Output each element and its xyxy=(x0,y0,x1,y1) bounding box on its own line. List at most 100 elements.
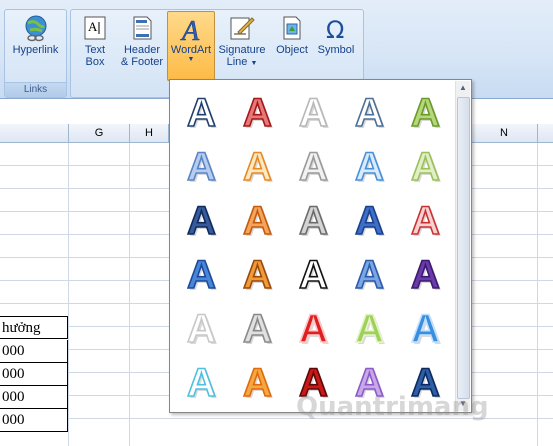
table-cell[interactable]: 000 xyxy=(0,363,68,386)
wordart-label: WordArt xyxy=(170,44,212,56)
column-header-f[interactable] xyxy=(0,124,69,143)
wordart-letter: A xyxy=(299,253,328,296)
signature-line-button[interactable]: Signature Line ▼ xyxy=(215,12,269,78)
wordart-letter: A xyxy=(187,361,216,404)
wordart-letter: A xyxy=(355,91,384,134)
wordart-style-blue-3d[interactable]: AA xyxy=(176,248,226,296)
wordart-style-orange-3d[interactable]: AA xyxy=(232,248,282,296)
wordart-letter: A xyxy=(243,253,272,296)
chevron-down-icon: ▼ xyxy=(187,56,195,63)
wordart-letter: A xyxy=(355,307,384,350)
header-footer-button[interactable]: Header & Footer xyxy=(117,12,167,78)
wordart-letter: A xyxy=(355,253,384,296)
omega-icon: Ω xyxy=(326,16,344,42)
wordart-letter: A xyxy=(355,145,384,188)
wordart-style-aqua-outline[interactable]: AA xyxy=(176,356,226,404)
wordart-letter: A xyxy=(187,91,216,134)
wordart-style-green-glow[interactable]: AA xyxy=(344,302,394,350)
wordart-style-gray-metal[interactable]: AA xyxy=(232,302,282,350)
object-label: Object xyxy=(276,44,308,56)
wordart-icon: A xyxy=(180,16,201,42)
globe-chain-icon xyxy=(25,15,46,42)
wordart-style-orange-bevel[interactable]: AA xyxy=(232,194,282,242)
wordart-gallery: AAAAAAAAAAAAAAAAAAAAAAAAAAAAAAAAAAAAAAAA… xyxy=(169,79,472,413)
signature-line-label-2-text: Line xyxy=(226,56,248,68)
wordart-letter: A xyxy=(355,199,384,242)
wordart-letter: A xyxy=(187,307,216,350)
svg-text:A: A xyxy=(180,16,200,42)
header-footer-label-1: Header xyxy=(123,44,161,56)
wordart-letter: A xyxy=(243,361,272,404)
links-group-label: Links xyxy=(5,82,66,97)
wordart-style-orange-outline[interactable]: AA xyxy=(232,140,282,188)
hyperlink-button[interactable]: Hyperlink xyxy=(7,12,64,78)
wordart-letter: A xyxy=(187,253,216,296)
wordart-letter: A xyxy=(411,307,440,350)
wordart-letter: A xyxy=(187,145,216,188)
svg-text:Ω: Ω xyxy=(326,16,344,42)
wordart-style-blue-shadow[interactable]: AA xyxy=(344,248,394,296)
column-header-n[interactable]: N xyxy=(471,124,538,143)
text-box-label-2: Box xyxy=(85,56,105,68)
hyperlink-label: Hyperlink xyxy=(12,44,59,56)
svg-text:A: A xyxy=(88,19,98,34)
wordart-letter: A xyxy=(299,91,328,134)
wordart-style-sky-outline[interactable]: AA xyxy=(344,140,394,188)
wordart-style-light-green[interactable]: AA xyxy=(400,140,450,188)
wordart-style-silver-bevel[interactable]: AA xyxy=(288,194,338,242)
wordart-letter: A xyxy=(243,307,272,350)
wordart-style-purple-perspective[interactable]: AA xyxy=(400,248,450,296)
wordart-style-red-glow[interactable]: AA xyxy=(288,302,338,350)
wordart-letter: A xyxy=(243,199,272,242)
wordart-style-white-gray[interactable]: AA xyxy=(176,302,226,350)
wordart-style-grid: AAAAAAAAAAAAAAAAAAAAAAAAAAAAAAAAAAAAAAAA… xyxy=(176,86,456,406)
wordart-letter: A xyxy=(299,307,328,350)
symbol-button[interactable]: Ω Symbol xyxy=(315,12,357,78)
object-button[interactable]: Object xyxy=(272,12,312,78)
wordart-letter: A xyxy=(243,91,272,134)
scroll-up-icon[interactable]: ▲ xyxy=(456,81,470,95)
wordart-letter: A xyxy=(411,145,440,188)
header-footer-icon xyxy=(133,16,152,40)
signature-line-label-1: Signature xyxy=(218,44,266,56)
column-header-o[interactable] xyxy=(538,124,553,143)
text-box-label-1: Text xyxy=(84,44,106,56)
wordart-style-green-gradient[interactable]: AA xyxy=(400,86,450,134)
wordart-letter: A xyxy=(411,253,440,296)
wordart-letter: A xyxy=(243,145,272,188)
signature-pen-icon xyxy=(230,17,255,40)
wordart-style-blue-glow[interactable]: AA xyxy=(400,302,450,350)
object-icon xyxy=(283,16,301,40)
wordart-letter: A xyxy=(299,199,328,242)
scroll-thumb[interactable] xyxy=(457,97,470,399)
wordart-style-black-outline[interactable]: AA xyxy=(288,248,338,296)
wordart-style-blue-solid[interactable]: AA xyxy=(344,194,394,242)
column-header-h[interactable]: H xyxy=(130,124,169,143)
text-box-icon: A xyxy=(84,16,106,40)
wordart-style-outline-blue[interactable]: AA xyxy=(176,86,226,134)
wordart-style-light-blue-gradient[interactable]: AA xyxy=(176,140,226,188)
wordart-style-dark-blue-bevel[interactable]: AA xyxy=(176,194,226,242)
wordart-style-gray-outline[interactable]: AA xyxy=(288,140,338,188)
wordart-button[interactable]: A WordArt ▼ xyxy=(167,11,215,81)
wordart-style-orange-gradient[interactable]: AA xyxy=(232,356,282,404)
table-cell[interactable]: 000 xyxy=(0,340,68,363)
gallery-scrollbar[interactable]: ▲ ▼ xyxy=(455,81,470,411)
table-cell[interactable]: hưởng xyxy=(0,316,68,339)
header-footer-label-2: & Footer xyxy=(120,56,164,68)
wordart-style-red-stripe[interactable]: AA xyxy=(400,194,450,242)
symbol-label: Symbol xyxy=(317,44,355,56)
wordart-letter: A xyxy=(411,199,440,242)
wordart-style-outline-light[interactable]: AA xyxy=(344,86,394,134)
wordart-letter: A xyxy=(411,91,440,134)
wordart-style-red-gradient[interactable]: AA xyxy=(232,86,282,134)
table-cell[interactable]: 000 xyxy=(0,409,68,432)
wordart-style-white-shadow[interactable]: AA xyxy=(288,86,338,134)
signature-line-label-2: Line ▼ xyxy=(226,56,258,68)
wordart-letter: A xyxy=(299,145,328,188)
table-cell[interactable]: 000 xyxy=(0,386,68,409)
column-header-g[interactable]: G xyxy=(69,124,130,143)
watermark: Quantrimang xyxy=(296,392,489,422)
links-group: Hyperlink Links xyxy=(4,9,67,98)
text-box-button[interactable]: A Text Box xyxy=(75,12,115,78)
